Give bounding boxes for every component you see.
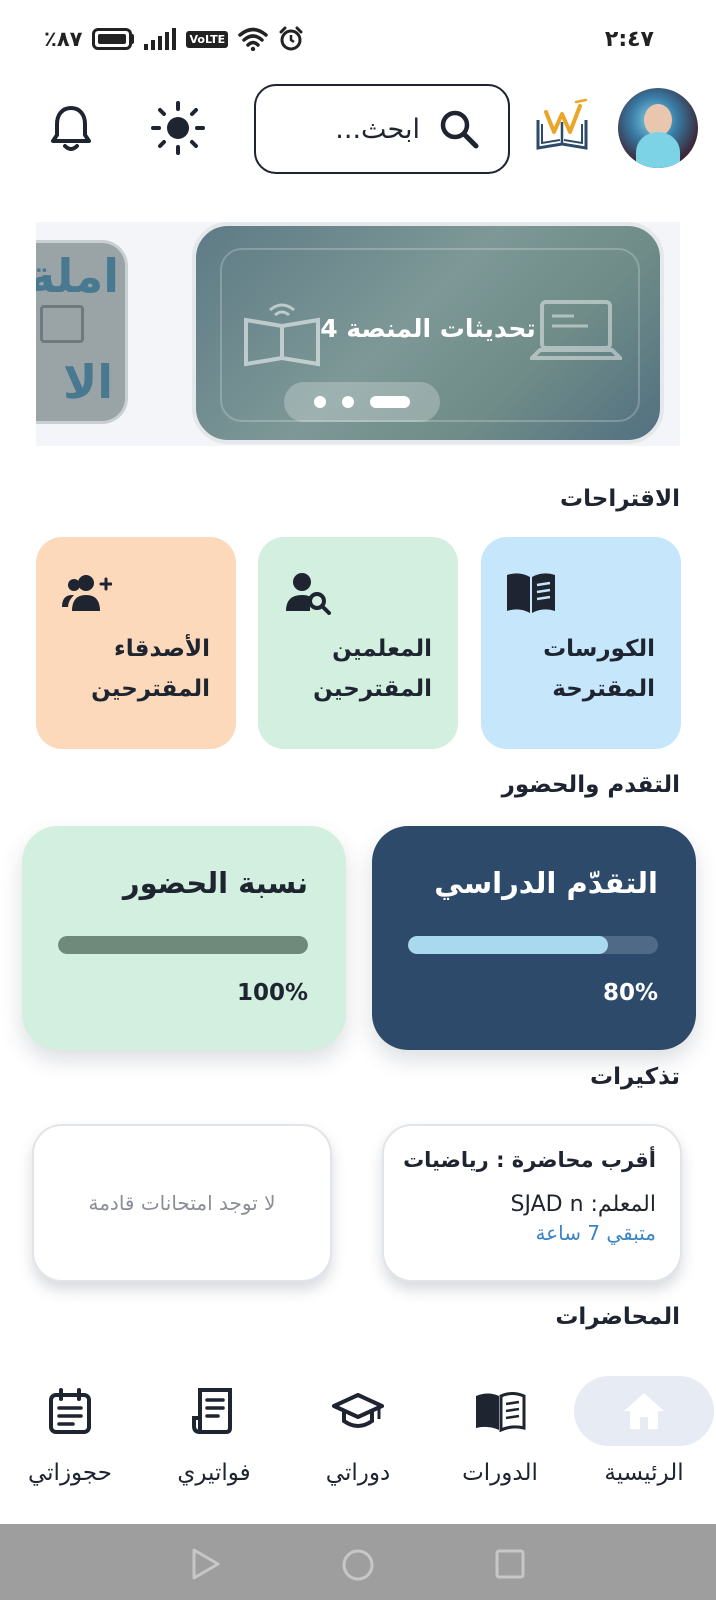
book-icon <box>507 573 555 613</box>
nav-invoices-label: فواتيري <box>177 1460 251 1486</box>
back-triangle-icon[interactable] <box>190 1548 222 1580</box>
study-progress-percent: 80% <box>602 980 658 1006</box>
carousel-dot-active[interactable] <box>370 396 410 408</box>
suggested-teachers-label: المعلمين المقترحين <box>313 636 432 702</box>
calendar-list-icon <box>49 1388 91 1434</box>
nav-bookings[interactable]: حجوزاتي <box>0 1362 140 1512</box>
slide-title: تحديثات المنصة 4 <box>320 314 536 343</box>
suggested-courses-card[interactable]: الكورسات المقترحة <box>481 537 681 749</box>
attendance-label: نسبة الحضور <box>122 866 308 900</box>
next-lecture-title: أقرب محاضرة : رياضيات <box>403 1148 656 1172</box>
suggested-courses-label: الكورسات المقترحة <box>543 636 655 702</box>
system-navigation-bar <box>0 1524 716 1600</box>
search-icon <box>440 110 479 149</box>
home-circle-icon[interactable] <box>341 1548 375 1582</box>
attendance-card[interactable]: نسبة الحضور 100% <box>22 826 346 1050</box>
banner-carousel[interactable]: املة الا تحديثات المنصة 4 <box>36 222 680 446</box>
status-icons: ٪٨٧ VoLTE <box>44 26 304 52</box>
nav-courses[interactable]: الدورات <box>430 1362 570 1512</box>
carousel-slide-partial[interactable]: املة الا <box>36 240 128 424</box>
nav-courses-label: الدورات <box>462 1460 538 1486</box>
attendance-percent: 100% <box>236 980 308 1006</box>
nav-my-courses[interactable]: دوراتي <box>288 1362 428 1512</box>
avatar[interactable] <box>618 88 698 168</box>
recents-square-icon[interactable] <box>494 1548 526 1580</box>
study-progress-label: التقدّم الدراسي <box>434 866 658 900</box>
next-lecture-remaining: متبقي 7 ساعة <box>535 1221 656 1245</box>
alarm-icon <box>279 26 303 51</box>
nav-home[interactable]: الرئيسية <box>574 1362 714 1512</box>
attendance-bar <box>58 936 308 954</box>
receipt-icon <box>192 1388 232 1434</box>
status-bar: ٪٨٧ VoLTE ٢:٤٧ <box>0 0 716 84</box>
app-logo <box>536 98 588 150</box>
volte-badge: VoLTE <box>186 30 229 48</box>
lectures-title: المحاضرات <box>555 1304 680 1330</box>
carousel-slide-main[interactable]: تحديثات المنصة 4 <box>192 222 664 444</box>
search-box[interactable]: ابحث... <box>254 84 510 174</box>
battery-icon <box>92 28 133 50</box>
nav-home-label: الرئيسية <box>604 1460 684 1486</box>
study-progress-bar <box>408 936 658 954</box>
wifi-icon <box>238 27 268 51</box>
carousel-dot[interactable] <box>314 396 326 408</box>
attendance-fill <box>58 936 308 954</box>
user-add-icon <box>62 575 112 611</box>
study-progress-fill <box>408 936 608 954</box>
slide-partial-text-2: الا <box>62 355 113 409</box>
user-search-icon <box>286 573 331 615</box>
book-open-icon <box>476 1392 526 1432</box>
slide-partial-text: املة <box>36 249 119 303</box>
suggested-teachers-card[interactable]: المعلمين المقترحين <box>258 537 458 749</box>
suggestions-title: الاقتراحات <box>560 486 680 512</box>
clock: ٢:٤٧ <box>604 27 654 52</box>
signal-icon <box>144 28 177 50</box>
no-exams-text: لا توجد امتحانات قادمة <box>88 1191 276 1215</box>
suggested-friends-card[interactable]: الأصدقاء المقترحين <box>36 537 236 749</box>
upcoming-exams-card[interactable]: لا توجد امتحانات قادمة <box>32 1124 332 1282</box>
carousel-dot[interactable] <box>342 396 354 408</box>
nav-bookings-label: حجوزاتي <box>27 1460 112 1486</box>
nav-my-courses-label: دوراتي <box>325 1460 391 1486</box>
graduation-cap-icon <box>332 1393 384 1428</box>
top-header: ابحث... <box>0 84 716 176</box>
carousel-indicator[interactable] <box>284 382 440 422</box>
progress-title: التقدم والحضور <box>501 772 680 798</box>
home-icon <box>624 1393 664 1429</box>
reminders-title: تذكيرات <box>590 1064 680 1090</box>
bell-icon[interactable] <box>48 104 94 154</box>
battery-percent: ٪٨٧ <box>44 27 83 51</box>
nav-invoices[interactable]: فواتيري <box>144 1362 284 1512</box>
suggested-friends-label: الأصدقاء المقترحين <box>91 636 210 702</box>
next-lecture-card[interactable]: أقرب محاضرة : رياضيات المعلم: SJAD n متب… <box>382 1124 682 1282</box>
bottom-navigation: الرئيسية الدورات دوراتي فواتيري حجوزاتي <box>0 1362 716 1524</box>
study-progress-card[interactable]: التقدّم الدراسي 80% <box>372 826 696 1050</box>
next-lecture-teacher: المعلم: SJAD n <box>510 1192 656 1217</box>
theme-toggle-icon[interactable] <box>150 100 206 156</box>
search-placeholder: ابحث... <box>335 113 420 145</box>
